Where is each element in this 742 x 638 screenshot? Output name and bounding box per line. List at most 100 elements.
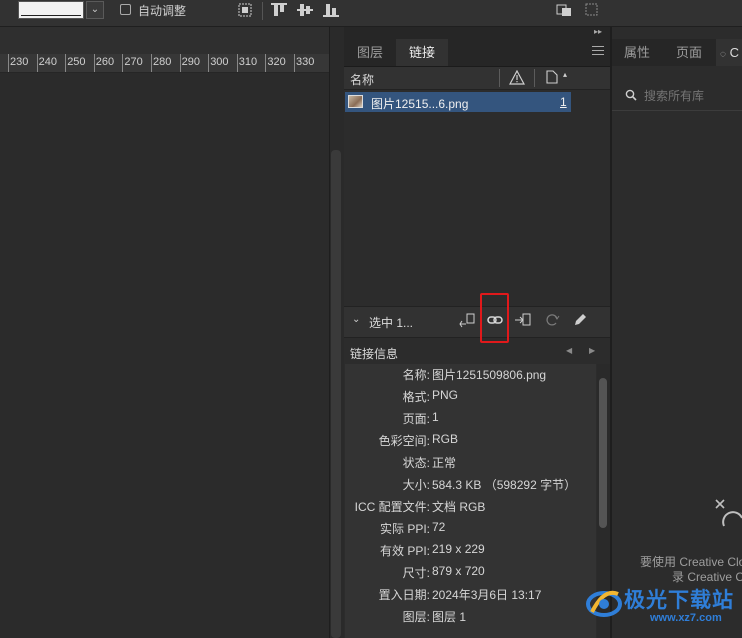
content-placement-icon[interactable]	[556, 2, 574, 18]
ruler-tick	[236, 54, 238, 72]
info-key: ICC 配置文件:	[354, 500, 430, 514]
cc-tab-label: C	[729, 45, 739, 60]
ruler-tick	[65, 54, 67, 72]
info-key: 尺寸:	[402, 566, 430, 580]
info-row: ICC 配置文件: 文档 RGB	[345, 498, 596, 520]
panel-menu-icon[interactable]	[592, 46, 604, 58]
selection-label: 选中 1...	[369, 316, 414, 330]
link-item-page[interactable]: 1	[560, 95, 567, 109]
info-value: 文档 RGB	[432, 500, 486, 514]
library-search-input[interactable]	[644, 89, 739, 103]
info-key: 格式:	[402, 390, 430, 404]
ruler-label: 300	[210, 56, 229, 68]
page-icon[interactable]	[546, 70, 558, 84]
ruler-label: 270	[124, 56, 143, 68]
info-key: 页面:	[402, 412, 430, 426]
info-value: RGB	[432, 432, 459, 446]
ruler-label: 230	[10, 56, 29, 68]
ruler-label: 250	[67, 56, 86, 68]
info-prev-icon[interactable]: ◀	[566, 346, 572, 355]
ruler-tick	[179, 54, 181, 72]
info-row: 色彩空间: RGB	[345, 432, 596, 454]
info-row: 实际 PPI: 72	[345, 520, 596, 542]
info-row: 页面: 1	[345, 410, 596, 432]
info-key: 状态:	[402, 456, 430, 470]
ruler-tick	[93, 54, 95, 72]
stroke-dropdown-button[interactable]: ⌄	[86, 1, 104, 19]
ruler-tick	[151, 54, 152, 72]
info-row: 尺寸: 879 x 720	[345, 564, 596, 586]
tab-pages[interactable]: 页面	[676, 39, 702, 66]
cc-message-line2: 录 Creative C	[672, 570, 742, 584]
relink-cc-icon[interactable]	[458, 311, 476, 329]
ruler-label: 260	[95, 56, 115, 68]
tab-links[interactable]: 链接	[396, 39, 448, 66]
frame-fitting-icon[interactable]	[584, 2, 602, 18]
link-item-name: 图片12515...6.png	[371, 97, 469, 111]
info-key: 大小:	[402, 478, 430, 492]
info-value: 219 x 229	[432, 542, 485, 556]
column-divider	[499, 69, 500, 87]
info-key: 名称:	[402, 368, 430, 382]
links-list	[344, 113, 610, 305]
ruler-label: 310	[238, 56, 258, 68]
auto-adjust-checkbox[interactable]	[120, 4, 131, 15]
column-divider	[534, 69, 535, 87]
ruler-tick	[8, 54, 9, 72]
watermark-text: 极光下载站	[624, 589, 734, 612]
document-canvas[interactable]	[0, 73, 329, 638]
panel-title-strip	[344, 27, 610, 39]
collapse-panels-icon[interactable]: ▸▸	[594, 27, 602, 36]
tab-cc-libraries[interactable]: ◌ C	[716, 39, 742, 66]
fit-frame-icon[interactable]	[236, 2, 254, 18]
info-value: 图片1251509806.png	[432, 368, 547, 382]
info-value: 72	[432, 520, 446, 534]
stroke-swatch[interactable]	[18, 1, 84, 19]
info-key: 色彩空间:	[378, 434, 430, 448]
info-row: 图层: 图层 1	[345, 608, 596, 630]
info-row: 状态: 正常	[345, 454, 596, 476]
goto-link-icon[interactable]	[514, 311, 532, 329]
align-vcenter-icon[interactable]	[296, 2, 314, 18]
align-bottom-icon[interactable]	[322, 2, 340, 18]
tab-layers[interactable]: 图层	[346, 39, 394, 66]
info-key: 图层:	[402, 610, 430, 624]
info-value: 正常	[432, 456, 457, 470]
canvas-scroll-thumb[interactable]	[331, 150, 341, 638]
info-row: 置入日期: 2024年3月6日 13:17	[345, 586, 596, 608]
ruler-label: 280	[153, 56, 172, 68]
chevron-down-icon[interactable]: ⌄	[352, 314, 360, 325]
watermark-logo	[586, 590, 622, 617]
sort-indicator-icon[interactable]: ▴	[563, 70, 567, 79]
info-key: 置入日期:	[378, 588, 430, 602]
update-link-icon[interactable]	[543, 311, 561, 329]
column-name-header[interactable]: 名称	[350, 71, 374, 88]
auto-adjust-label: 自动调整	[138, 4, 187, 18]
watermark-url: www.xz7.com	[650, 612, 722, 624]
align-top-icon[interactable]	[270, 2, 288, 18]
info-scroll-thumb[interactable]	[599, 378, 607, 528]
info-next-icon[interactable]: ▶	[589, 346, 595, 355]
info-value: 1	[432, 410, 439, 424]
ruler-tick	[294, 54, 295, 72]
info-value: 图层 1	[432, 610, 467, 624]
ruler-tick	[122, 54, 124, 72]
ruler-tick	[36, 54, 38, 72]
control-toolbar	[0, 0, 742, 27]
info-key: 实际 PPI:	[379, 522, 430, 536]
info-value: 879 x 720	[432, 564, 485, 578]
warning-icon[interactable]	[509, 70, 525, 85]
libraries-panel	[612, 27, 742, 638]
info-value: 2024年3月6日 13:17	[432, 588, 542, 602]
toolbar-divider	[262, 2, 263, 20]
search-icon	[625, 89, 637, 101]
info-value: 584.3 KB （598292 字节）	[432, 478, 577, 492]
highlight-box	[480, 293, 509, 343]
ruler-tick	[265, 54, 267, 72]
info-key: 有效 PPI:	[379, 544, 430, 558]
links-list-header	[344, 67, 610, 90]
edit-original-icon[interactable]	[571, 311, 589, 329]
info-row: 格式: PNG	[345, 388, 596, 410]
tab-properties[interactable]: 属性	[624, 39, 650, 66]
cc-tab-icon: ◌	[720, 49, 726, 60]
